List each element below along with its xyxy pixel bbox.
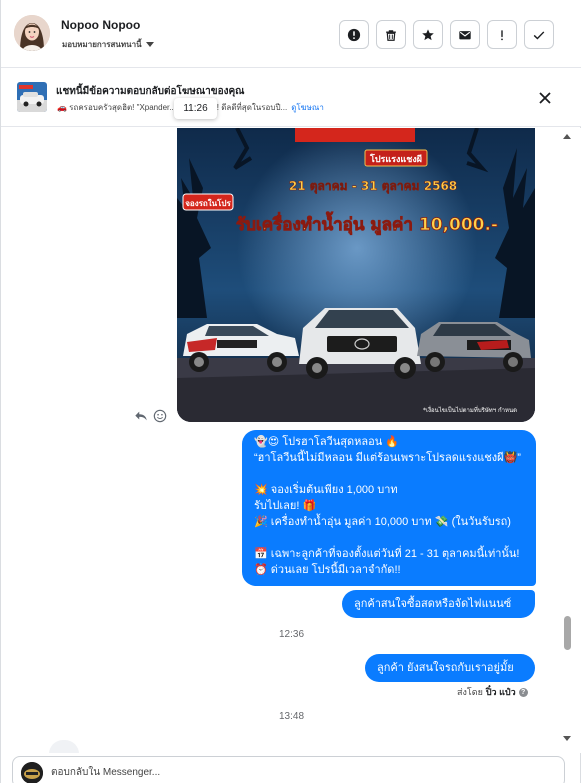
ad-reply-banner: แชทนี้มีข้อความตอบกลับต่อโฆษณาของคุณ 🚗 ร… <box>1 68 581 127</box>
outgoing-message-promo[interactable]: 👻😍 โปรฮาโลวีนสุดหลอน 🔥 “ฮาโลวีนนี้ไม่มีห… <box>242 430 536 586</box>
star-icon <box>422 28 434 40</box>
message-line <box>254 466 524 482</box>
trash-icon <box>386 29 396 41</box>
message-line <box>254 530 524 546</box>
promo-banner-text: โปรแรงแชงผี <box>369 153 422 165</box>
conversation-header: Nopoo Nopoo มอบหมายการสนทนานี้ <box>1 0 581 68</box>
message-line: “ฮาโลวีนนี้ไม่มีหลอน มีแต่ร้อนเพราะโปรลด… <box>254 452 521 464</box>
star-button[interactable] <box>413 20 443 49</box>
mark-spam-button[interactable] <box>339 20 369 49</box>
help-icon[interactable]: ? <box>518 687 528 697</box>
promo-headline-text: รับเครื่องทำน้ำอุ่น มูลค่า 10,000.- <box>236 211 498 236</box>
message-line: 📅 เฉพาะลูกค้าที่จองตั้งแต่วันที่ 21 - 31… <box>254 548 520 560</box>
mark-unread-button[interactable] <box>450 20 480 49</box>
envelope-icon <box>459 30 471 39</box>
outgoing-message[interactable]: ลูกค้า ยังสนใจรถกับเราอยู่มั้ยคะ <box>365 654 535 702</box>
sent-by-label: ส่งโดย <box>457 687 483 697</box>
page-avatar <box>21 762 43 783</box>
message-actions <box>134 409 167 423</box>
message-list[interactable]: โปรแรงแชงผี 21 ตุลาคม - 31 ตุลาคม 2568 จ… <box>1 128 581 753</box>
assign-conversation-dropdown[interactable]: มอบหมายการสนทนานี้ <box>62 38 154 51</box>
emoji-icon[interactable] <box>153 409 167 423</box>
scroll-down-arrow[interactable] <box>563 736 571 741</box>
delete-button[interactable] <box>376 20 406 49</box>
sent-by-name: ปิ๋ว แป๋ว <box>485 687 516 697</box>
message-timestamp: 13:48 <box>278 711 305 722</box>
sent-by-info: ส่งโดย ปิ๋ว แป๋ว ? <box>457 685 528 699</box>
message-line: 🎉 เครื่องทำน้ำอุ่น มูลค่า 10,000 บาท 💸 (… <box>254 516 511 528</box>
ad-subtitle-text: 🚗 รถครอบครัวสุดฮิต! "Xpander... ...ราคาแ… <box>57 103 288 112</box>
promo-footnote-text: *เงื่อนไขเป็นไปตามที่บริษัทฯ กำหนด <box>423 405 517 414</box>
exclamation-icon <box>501 29 503 40</box>
close-icon[interactable] <box>537 90 553 106</box>
message-line: 👻😍 โปรฮาโลวีนสุดหลอน 🔥 <box>254 436 399 448</box>
message-line: รับไปเลย! 🎁 <box>254 500 317 512</box>
follow-up-button[interactable] <box>487 20 517 49</box>
incoming-message-partial <box>49 740 79 753</box>
promo-dates-text: 21 ตุลาคม - 31 ตุลาคม 2568 <box>289 179 457 194</box>
ad-banner-subtitle: 🚗 รถครอบครัวสุดฮิต! "Xpander... ...ราคาแ… <box>57 101 377 114</box>
scrollbar-thumb[interactable] <box>564 616 571 650</box>
done-button[interactable] <box>524 20 554 49</box>
conversation-panel: Nopoo Nopoo มอบหมายการสนทนานี้ แชทนี้มีข… <box>0 0 581 783</box>
alert-circle-icon <box>347 28 361 41</box>
message-timestamp: 12:36 <box>278 629 305 640</box>
header-actions <box>339 20 554 49</box>
promo-tag-text: จองรถในโปร <box>185 198 231 208</box>
contact-name[interactable]: Nopoo Nopoo <box>61 18 140 32</box>
ad-thumbnail[interactable] <box>17 82 47 112</box>
promo-image[interactable]: โปรแรงแชงผี 21 ตุลาคม - 31 ตุลาคม 2568 จ… <box>177 128 535 422</box>
assign-label: มอบหมายการสนทนานี้ <box>62 40 142 49</box>
contact-avatar[interactable] <box>14 15 50 51</box>
message-input[interactable] <box>51 763 451 781</box>
message-line: ⏰ ด่วนเลย โปรนี้มีเวลาจำกัด!! <box>254 564 401 576</box>
timestamp-tooltip: 11:26 <box>174 98 217 119</box>
check-icon <box>533 30 545 39</box>
view-ad-link[interactable]: ดูโฆษณา <box>291 103 324 112</box>
chevron-down-icon <box>145 42 154 47</box>
scroll-up-arrow[interactable] <box>563 134 571 139</box>
reply-composer <box>12 756 565 783</box>
ad-banner-title: แชทนี้มีข้อความตอบกลับต่อโฆษณาของคุณ <box>56 86 245 97</box>
reply-icon[interactable] <box>134 409 148 423</box>
outgoing-message[interactable]: ลูกค้าสนใจซื้อสดหรือจัดไฟแนนซ์คะ <box>342 590 535 638</box>
message-line: 💥 จองเริ่มต้นเพียง 1,000 บาท <box>254 484 398 496</box>
